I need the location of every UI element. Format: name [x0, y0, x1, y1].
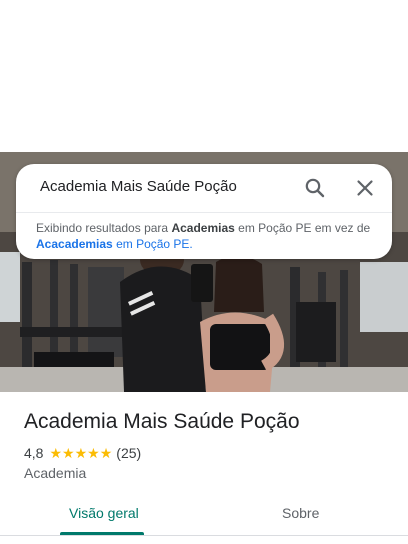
- notice-suffix[interactable]: em Poção PE.: [116, 237, 193, 251]
- notice-term-shown: Academias: [171, 221, 235, 235]
- place-category[interactable]: Academia: [24, 465, 86, 481]
- search-correction-notice: Exibindo resultados para Academias em Po…: [36, 220, 376, 252]
- search-icon[interactable]: [303, 176, 327, 200]
- notice-middle: em Poção PE em vez de: [238, 221, 371, 235]
- tabs-divider: [0, 535, 408, 536]
- star-icon: ★: [87, 445, 100, 461]
- rating-stars: ★ ★ ★ ★ ★: [49, 446, 112, 460]
- notice-term-alt[interactable]: Acacademias: [36, 237, 113, 251]
- rating-value: 4,8: [24, 445, 44, 461]
- notice-prefix: Exibindo resultados para: [36, 221, 169, 235]
- search-bar[interactable]: Academia Mais Saúde Poção: [16, 164, 392, 213]
- star-icon: ★: [62, 445, 75, 461]
- rating-row[interactable]: 4,8 ★ ★ ★ ★ ★ (25): [24, 445, 141, 461]
- tab-about[interactable]: Sobre: [282, 505, 319, 521]
- tab-overview[interactable]: Visão geral: [69, 505, 139, 521]
- search-card: Academia Mais Saúde Poção Exibindo resul…: [16, 164, 392, 259]
- review-count[interactable]: (25): [116, 445, 141, 461]
- star-icon: ★: [99, 445, 113, 461]
- star-icon: ★: [74, 445, 88, 461]
- close-icon[interactable]: [353, 176, 377, 200]
- alternate-search-link[interactable]: Acacademias em Poção PE.: [36, 237, 193, 251]
- place-title: Academia Mais Saúde Poção: [24, 410, 300, 433]
- star-icon: ★: [49, 445, 63, 461]
- search-input[interactable]: Academia Mais Saúde Poção: [40, 178, 237, 195]
